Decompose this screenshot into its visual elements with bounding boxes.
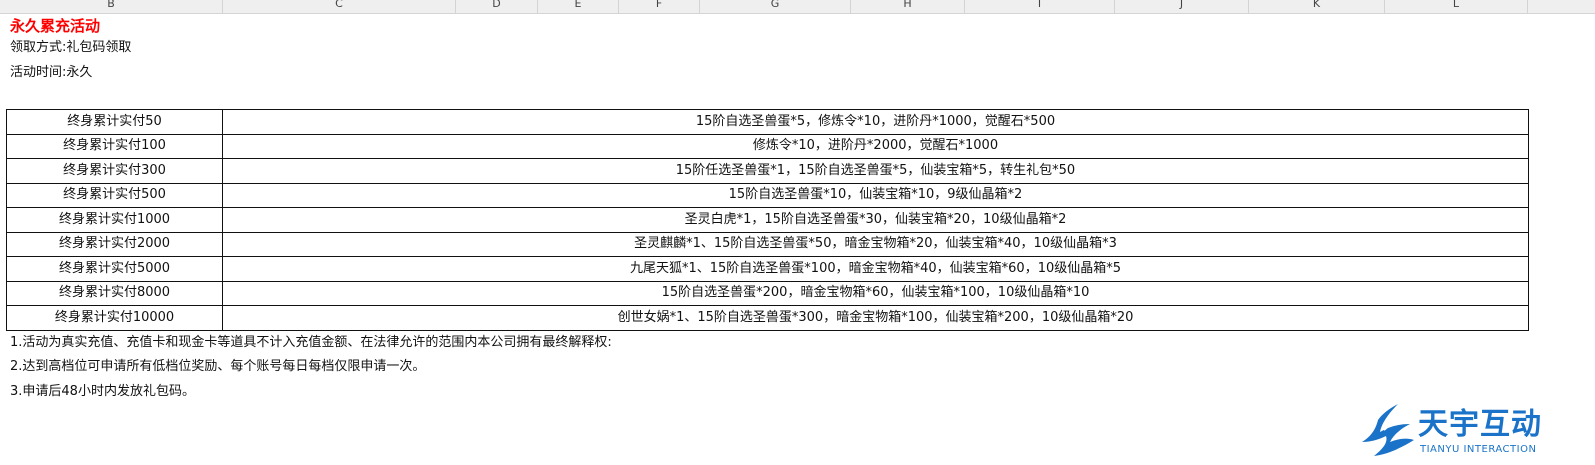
- table-row: 终身累计实付1000 圣灵白虎*1，15阶自选圣兽蛋*30，仙装宝箱*20，10…: [6, 207, 1529, 233]
- column-header-h[interactable]: H: [851, 0, 965, 13]
- event-time-text[interactable]: 活动时间:永久: [10, 64, 92, 82]
- column-header-b[interactable]: B: [0, 0, 223, 13]
- table-row: 终身累计实付100 修炼令*10，进阶丹*2000，觉醒石*1000: [6, 133, 1529, 159]
- event-title[interactable]: 永久累充活动: [10, 16, 100, 36]
- rule-note-2[interactable]: 2.达到高档位可申请所有低档位奖励、每个账号每日每档仅限申请一次。: [10, 358, 425, 376]
- reward-cell[interactable]: 修炼令*10，进阶丹*2000，觉醒石*1000: [222, 133, 1529, 159]
- reward-cell[interactable]: 15阶任选圣兽蛋*1，15阶自选圣兽蛋*5，仙装宝箱*5，转生礼包*50: [222, 158, 1529, 184]
- rule-note-1[interactable]: 1.活动为真实充值、充值卡和现金卡等道具不计入充值金额、在法律允许的范围内本公司…: [10, 334, 612, 352]
- reward-cell[interactable]: 15阶自选圣兽蛋*200，暗金宝物箱*60，仙装宝箱*100，10级仙晶箱*10: [222, 280, 1529, 306]
- logo-name: 天宇互动: [1418, 407, 1542, 442]
- reward-cell[interactable]: 15阶自选圣兽蛋*5，修炼令*10，进阶丹*1000，觉醒石*500: [222, 109, 1529, 135]
- column-header-i[interactable]: I: [965, 0, 1115, 13]
- tier-cell[interactable]: 终身累计实付50: [6, 109, 223, 135]
- tier-cell[interactable]: 终身累计实付300: [6, 158, 223, 184]
- table-row: 终身累计实付5000 九尾天狐*1、15阶自选圣兽蛋*100，暗金宝物箱*40，…: [6, 256, 1529, 282]
- column-header-j[interactable]: J: [1115, 0, 1249, 13]
- claim-method-text[interactable]: 领取方式:礼包码领取: [10, 39, 131, 57]
- reward-cell[interactable]: 九尾天狐*1、15阶自选圣兽蛋*100，暗金宝物箱*40，仙装宝箱*60，10级…: [222, 256, 1529, 282]
- table-row: 终身累计实付10000 创世女娲*1、15阶自选圣兽蛋*300，暗金宝物箱*10…: [6, 305, 1529, 331]
- table-row: 终身累计实付50 15阶自选圣兽蛋*5，修炼令*10，进阶丹*1000，觉醒石*…: [6, 109, 1529, 135]
- reward-cell[interactable]: 创世女娲*1、15阶自选圣兽蛋*300，暗金宝物箱*100，仙装宝箱*200，1…: [222, 305, 1529, 331]
- tier-cell[interactable]: 终身累计实付8000: [6, 280, 223, 306]
- swoosh-logo-icon: [1362, 404, 1414, 456]
- column-header-d[interactable]: D: [456, 0, 538, 13]
- column-header-c[interactable]: C: [223, 0, 456, 13]
- column-header-g[interactable]: G: [700, 0, 851, 13]
- logo-subtitle: TIANYU INTERACTION: [1420, 444, 1537, 455]
- reward-cell[interactable]: 圣灵白虎*1，15阶自选圣兽蛋*30，仙装宝箱*20，10级仙晶箱*2: [222, 207, 1529, 233]
- table-row: 终身累计实付2000 圣灵麒麟*1、15阶自选圣兽蛋*50，暗金宝物箱*20，仙…: [6, 231, 1529, 257]
- tier-cell[interactable]: 终身累计实付2000: [6, 231, 223, 257]
- reward-cell[interactable]: 15阶自选圣兽蛋*10，仙装宝箱*10，9级仙晶箱*2: [222, 182, 1529, 208]
- table-row: 终身累计实付500 15阶自选圣兽蛋*10，仙装宝箱*10，9级仙晶箱*2: [6, 182, 1529, 208]
- tier-cell[interactable]: 终身累计实付10000: [6, 305, 223, 331]
- table-row: 终身累计实付8000 15阶自选圣兽蛋*200，暗金宝物箱*60，仙装宝箱*10…: [6, 280, 1529, 306]
- reward-table: 终身累计实付50 15阶自选圣兽蛋*5，修炼令*10，进阶丹*1000，觉醒石*…: [6, 109, 1529, 331]
- column-header-f[interactable]: F: [619, 0, 700, 13]
- company-logo[interactable]: 天宇互动 TIANYU INTERACTION: [1360, 400, 1560, 460]
- column-header-k[interactable]: K: [1249, 0, 1385, 13]
- column-header-bar: B C D E F G H I J K L: [0, 0, 1595, 14]
- column-header-l[interactable]: L: [1385, 0, 1528, 13]
- table-row: 终身累计实付300 15阶任选圣兽蛋*1，15阶自选圣兽蛋*5，仙装宝箱*5，转…: [6, 158, 1529, 184]
- rule-note-3[interactable]: 3.申请后48小时内发放礼包码。: [10, 383, 195, 401]
- tier-cell[interactable]: 终身累计实付500: [6, 182, 223, 208]
- reward-cell[interactable]: 圣灵麒麟*1、15阶自选圣兽蛋*50，暗金宝物箱*20，仙装宝箱*40，10级仙…: [222, 231, 1529, 257]
- tier-cell[interactable]: 终身累计实付100: [6, 133, 223, 159]
- column-header-e[interactable]: E: [538, 0, 619, 13]
- tier-cell[interactable]: 终身累计实付1000: [6, 207, 223, 233]
- tier-cell[interactable]: 终身累计实付5000: [6, 256, 223, 282]
